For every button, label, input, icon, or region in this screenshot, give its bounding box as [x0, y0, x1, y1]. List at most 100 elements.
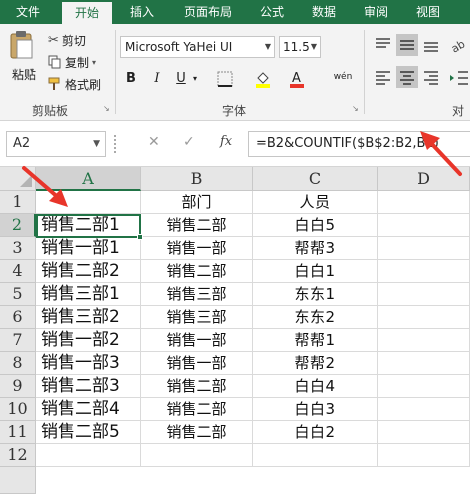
cell-a8[interactable]: 销售一部3: [36, 352, 141, 375]
row-header[interactable]: 6: [0, 306, 36, 329]
tab-page-layout[interactable]: 页面布局: [176, 0, 240, 24]
cell-c11[interactable]: 白白2: [253, 421, 378, 444]
borders-button[interactable]: [208, 68, 242, 90]
align-right-button[interactable]: [420, 66, 442, 88]
row-header[interactable]: 10: [0, 398, 36, 421]
tab-file[interactable]: 文件: [6, 0, 50, 24]
cell-c7[interactable]: 帮帮1: [253, 329, 378, 352]
cell-a12[interactable]: [36, 444, 141, 467]
copy-dropdown-icon[interactable]: ▾: [92, 58, 96, 67]
cell-d1[interactable]: [378, 191, 470, 214]
row-header[interactable]: 12: [0, 444, 36, 467]
tab-formulas[interactable]: 公式: [250, 0, 294, 24]
cell-b12[interactable]: [141, 444, 253, 467]
paste-dropdown-icon[interactable]: ▾: [30, 66, 34, 75]
cell-b6[interactable]: 销售三部: [141, 306, 253, 329]
format-painter-button[interactable]: 格式刷: [48, 74, 101, 94]
cell-b4[interactable]: 销售二部: [141, 260, 253, 283]
cell-c8[interactable]: 帮帮2: [253, 352, 378, 375]
fill-handle[interactable]: [137, 234, 143, 240]
cell-b5[interactable]: 销售三部: [141, 283, 253, 306]
text-orientation-button[interactable]: ab: [448, 34, 470, 56]
cell-b10[interactable]: 销售二部: [141, 398, 253, 421]
cell-d5[interactable]: [378, 283, 470, 306]
cell-d12[interactable]: [378, 444, 470, 467]
cell-b9[interactable]: 销售二部: [141, 375, 253, 398]
underline-dropdown-icon[interactable]: ▾: [190, 68, 200, 90]
tab-data[interactable]: 数据: [302, 0, 346, 24]
cell-c4[interactable]: 白白1: [253, 260, 378, 283]
cell-a7[interactable]: 销售一部2: [36, 329, 141, 352]
cell-c10[interactable]: 白白3: [253, 398, 378, 421]
worksheet-grid[interactable]: A B C D 1 部门 人员 2 销售二部1 销售二部 白白5 3 销售一部1…: [0, 167, 470, 494]
cell-a3[interactable]: 销售一部1: [36, 237, 141, 260]
cell-a4[interactable]: 销售二部2: [36, 260, 141, 283]
align-middle-button[interactable]: [396, 34, 418, 56]
column-header-c[interactable]: C: [253, 167, 378, 191]
column-header-b[interactable]: B: [141, 167, 253, 191]
align-center-button[interactable]: [396, 66, 418, 88]
cell-b3[interactable]: 销售一部: [141, 237, 253, 260]
cell-d2[interactable]: [378, 214, 470, 237]
cell-d3[interactable]: [378, 237, 470, 260]
cell-c2[interactable]: 白白5: [253, 214, 378, 237]
cell-d6[interactable]: [378, 306, 470, 329]
enter-icon[interactable]: ✓: [183, 134, 195, 150]
row-header[interactable]: 11: [0, 421, 36, 444]
cell-b8[interactable]: 销售一部: [141, 352, 253, 375]
row-header[interactable]: 5: [0, 283, 36, 306]
cell-c9[interactable]: 白白4: [253, 375, 378, 398]
cell-d8[interactable]: [378, 352, 470, 375]
font-launcher-icon[interactable]: ↘: [352, 104, 359, 113]
tab-home[interactable]: 开始: [62, 2, 112, 24]
cell-a6[interactable]: 销售三部2: [36, 306, 141, 329]
cell-a9[interactable]: 销售二部3: [36, 375, 141, 398]
row-header[interactable]: 9: [0, 375, 36, 398]
splitter-handle[interactable]: [114, 135, 116, 153]
bold-button[interactable]: B: [122, 68, 140, 90]
tab-view[interactable]: 视图: [406, 0, 450, 24]
font-name-select[interactable]: Microsoft YaHei UI ▼: [120, 36, 275, 58]
cell-d10[interactable]: [378, 398, 470, 421]
name-box[interactable]: A2 ▼: [6, 131, 106, 157]
cell-d7[interactable]: [378, 329, 470, 352]
underline-button[interactable]: U: [172, 68, 190, 90]
cut-button[interactable]: ✂ 剪切: [48, 30, 86, 50]
cell-c5[interactable]: 东东1: [253, 283, 378, 306]
tab-review[interactable]: 审阅: [354, 0, 398, 24]
paste-button[interactable]: [8, 30, 36, 60]
align-bottom-button[interactable]: [420, 34, 442, 56]
fill-color-button[interactable]: [250, 68, 276, 90]
tab-insert[interactable]: 插入: [120, 0, 164, 24]
cell-c12[interactable]: [253, 444, 378, 467]
font-size-select[interactable]: 11.5 ▼: [279, 36, 321, 58]
cell-a10[interactable]: 销售二部4: [36, 398, 141, 421]
insert-function-icon[interactable]: fx: [220, 134, 232, 149]
cell-d11[interactable]: [378, 421, 470, 444]
cell-b1[interactable]: 部门: [141, 191, 253, 214]
cell-b2[interactable]: 销售二部: [141, 214, 253, 237]
cell-c6[interactable]: 东东2: [253, 306, 378, 329]
row-header[interactable]: 4: [0, 260, 36, 283]
cancel-icon[interactable]: ✕: [148, 134, 160, 150]
italic-button[interactable]: I: [148, 68, 166, 90]
cell-d9[interactable]: [378, 375, 470, 398]
row-header[interactable]: 7: [0, 329, 36, 352]
phonetic-guide-button[interactable]: wén: [330, 68, 356, 90]
cell-a2[interactable]: 销售二部1: [36, 214, 141, 237]
align-top-button[interactable]: [372, 34, 394, 56]
row-header-partial[interactable]: [0, 467, 36, 494]
clipboard-launcher-icon[interactable]: ↘: [103, 104, 110, 113]
align-left-button[interactable]: [372, 66, 394, 88]
cell-a11[interactable]: 销售二部5: [36, 421, 141, 444]
font-color-button[interactable]: A: [284, 68, 310, 90]
indent-button[interactable]: [448, 66, 470, 88]
row-header[interactable]: 8: [0, 352, 36, 375]
cell-c1[interactable]: 人员: [253, 191, 378, 214]
copy-button[interactable]: 复制 ▾: [48, 52, 96, 72]
row-header[interactable]: 2: [0, 214, 36, 237]
cell-a5[interactable]: 销售三部1: [36, 283, 141, 306]
cell-c3[interactable]: 帮帮3: [253, 237, 378, 260]
cell-b11[interactable]: 销售二部: [141, 421, 253, 444]
cell-b7[interactable]: 销售一部: [141, 329, 253, 352]
